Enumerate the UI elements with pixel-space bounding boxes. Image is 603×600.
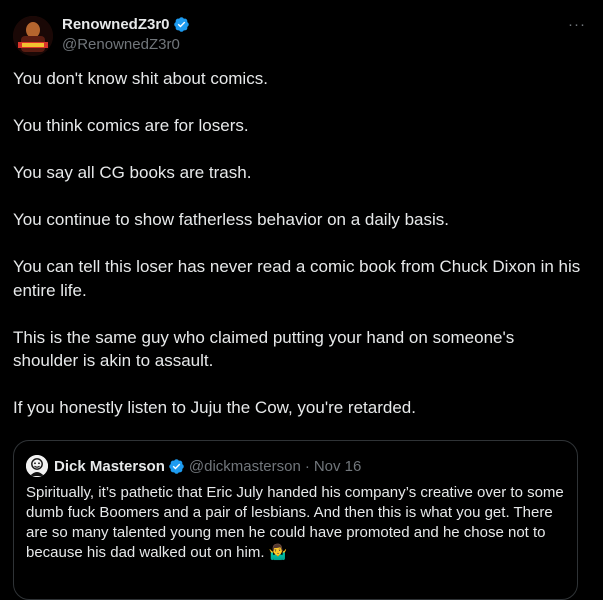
quoted-author-handle[interactable]: @dickmasterson <box>189 458 301 475</box>
author-avatar[interactable] <box>13 16 53 56</box>
tweet-paragraph: If you honestly listen to Juju the Cow, … <box>13 398 416 417</box>
quoted-tweet-date[interactable]: Nov 16 <box>314 458 362 475</box>
tweet-paragraph: You can tell this loser has never read a… <box>13 257 581 300</box>
author-handle[interactable]: @RenownedZ3r0 <box>62 36 190 53</box>
tweet-paragraph: You say all CG books are trash. <box>13 163 252 182</box>
quoted-tweet-text: Spiritually, it’s pathetic that Eric Jul… <box>26 484 564 561</box>
quoted-author-avatar[interactable] <box>26 455 48 477</box>
avatar-image-icon <box>13 16 53 56</box>
verified-badge-icon <box>173 16 189 32</box>
more-options-label: ··· <box>568 15 586 33</box>
display-name-row: RenownedZ3r0 <box>62 14 190 34</box>
quoted-avatar-image-icon <box>26 455 48 477</box>
tweet-paragraph: You continue to show fatherless behavior… <box>13 210 449 229</box>
quoted-verified-badge-icon <box>169 458 184 474</box>
tweet-paragraph: This is the same guy who claimed putting… <box>13 327 515 371</box>
tweet-header: RenownedZ3r0 @RenownedZ3r0 ··· <box>13 12 590 58</box>
tweet-paragraph: You don't know shit about comics. <box>13 69 268 88</box>
tweet-paragraph: You think comics are for losers. <box>13 116 249 135</box>
quoted-tweet-header: Dick Masterson @dickmasterson · Nov 16 <box>26 455 361 477</box>
quoted-tweet[interactable]: Dick Masterson @dickmasterson · Nov 16 S… <box>13 440 578 600</box>
more-options-icon[interactable]: ··· <box>564 14 590 34</box>
tweet: RenownedZ3r0 @RenownedZ3r0 ··· You don't… <box>0 0 603 600</box>
quoted-author-display-name[interactable]: Dick Masterson <box>54 458 165 475</box>
author-names: RenownedZ3r0 @RenownedZ3r0 <box>62 14 190 53</box>
quoted-separator: · <box>304 457 310 475</box>
tweet-text: You don't know shit about comics. You th… <box>13 67 583 443</box>
author-display-name[interactable]: RenownedZ3r0 <box>62 16 170 33</box>
